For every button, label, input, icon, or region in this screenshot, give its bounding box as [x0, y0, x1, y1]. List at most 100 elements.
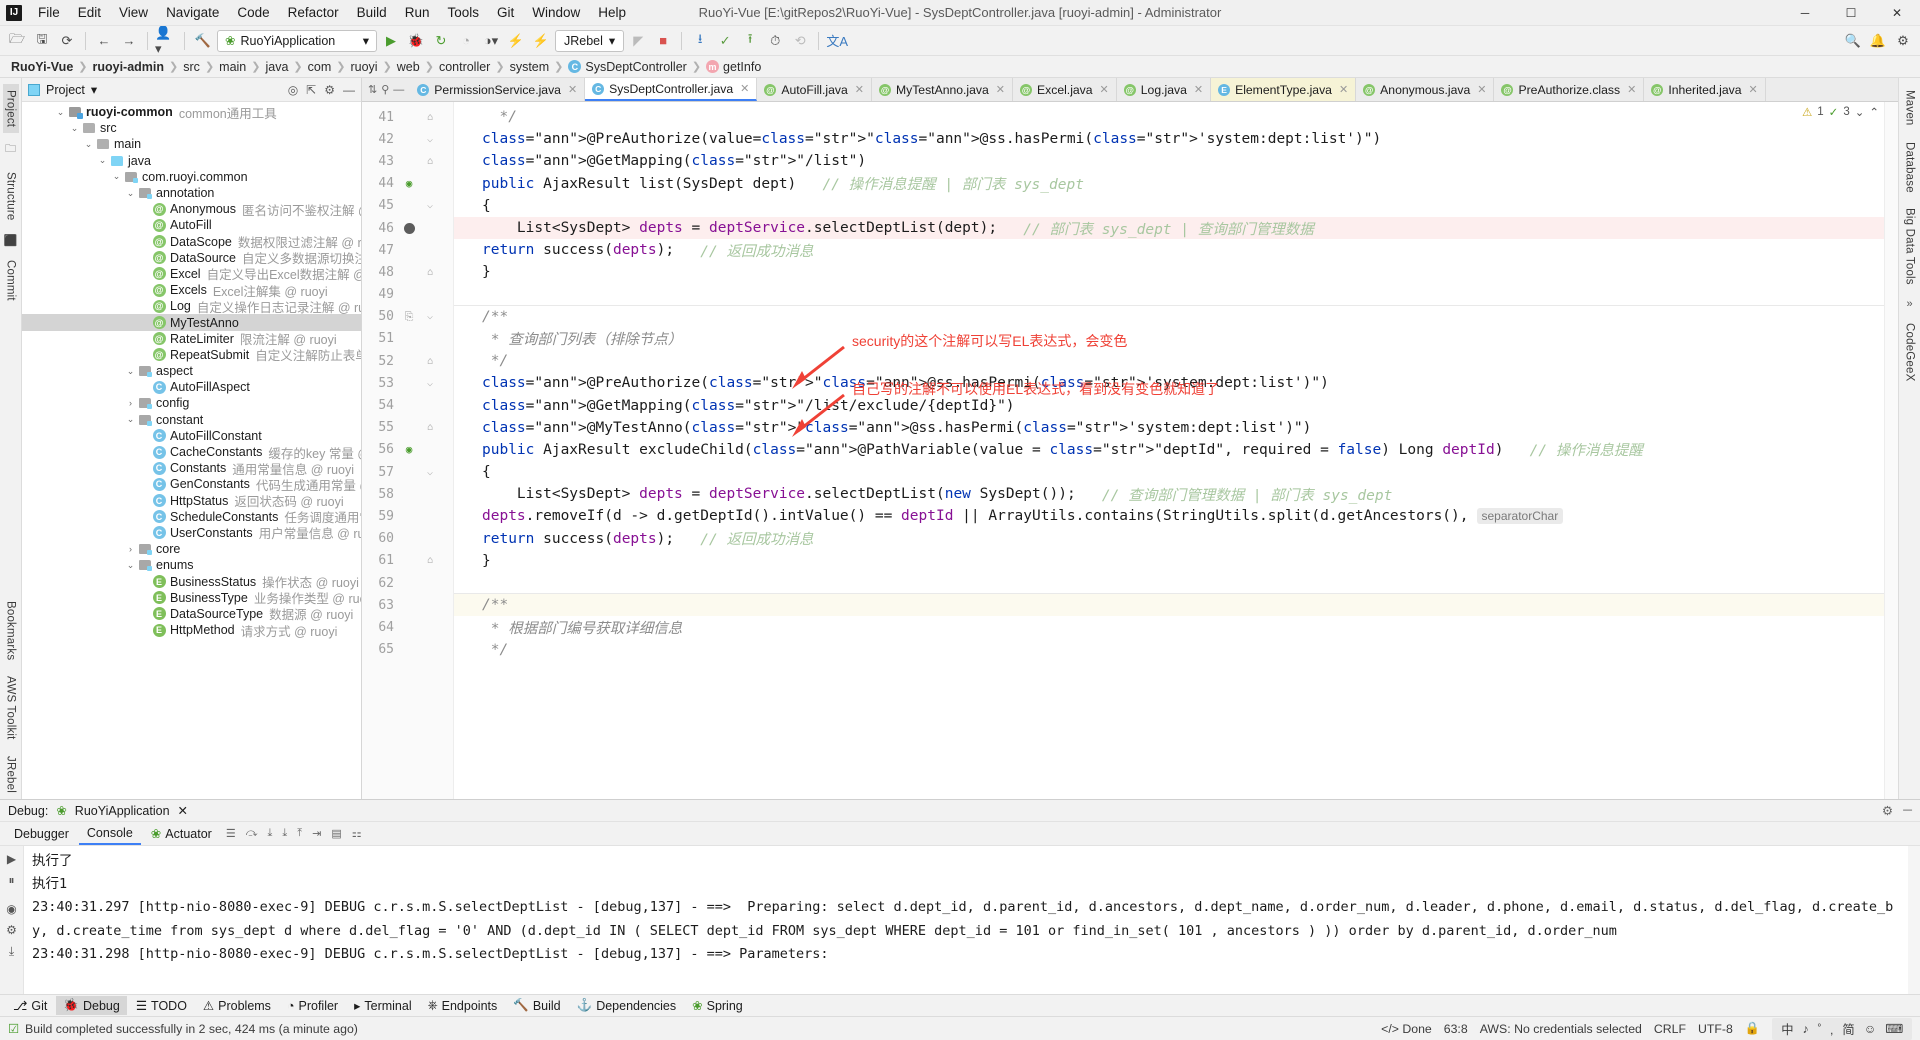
- run-gutter-icon[interactable]: ◉: [406, 443, 413, 456]
- chevron-down-icon[interactable]: ▾: [91, 82, 97, 97]
- settings-icon[interactable]: ⚙: [324, 83, 335, 97]
- settings-icon[interactable]: ⚏: [348, 827, 366, 840]
- tree-node-genconstants[interactable]: CGenConstants代码生成通用常量 @ ruoyi: [22, 476, 361, 493]
- rail-tab-database[interactable]: Database: [1902, 136, 1918, 199]
- pause-icon[interactable]: ⏸: [8, 873, 14, 888]
- rail-tab-aws-toolkit[interactable]: AWS Toolkit: [3, 670, 19, 746]
- editor-tab-anonymous-java[interactable]: @ Anonymous.java ✕: [1356, 78, 1495, 101]
- run-to-cursor-icon[interactable]: ⇥: [308, 827, 325, 840]
- breadcrumb-item-web[interactable]: web: [392, 60, 425, 74]
- tree-node-main[interactable]: ⌄ main: [22, 136, 361, 152]
- code-line[interactable]: class ="ann">@MyTestAnno(class ="str">" cla…: [454, 417, 1884, 439]
- tree-node-anonymous[interactable]: @Anonymous 匿名访问不鉴权注解 @ ruoyi: [22, 201, 361, 218]
- jrebel-run-icon[interactable]: ⚡: [505, 30, 527, 52]
- tree-node-annotation[interactable]: ⌄ annotation: [22, 185, 361, 201]
- gutter-marker[interactable]: ⎘: [398, 310, 420, 324]
- chevron-down-icon[interactable]: ▾: [609, 33, 615, 48]
- fold-icon[interactable]: ⌵: [420, 467, 440, 478]
- breadcrumb-item-main[interactable]: main: [214, 60, 251, 74]
- breadcrumb-item-ruoyi[interactable]: ruoyi: [345, 60, 382, 74]
- gutter-line[interactable]: 46: [362, 217, 453, 239]
- git-history-icon[interactable]: ⏱: [764, 30, 786, 52]
- code-line[interactable]: }: [454, 550, 1884, 572]
- code-line[interactable]: {: [454, 195, 1884, 217]
- tree-node-excel[interactable]: @Excel自定义导出Excel数据注解 @ ruoyi: [22, 266, 361, 282]
- close-icon[interactable]: ✕: [1339, 83, 1348, 96]
- close-icon[interactable]: ✕: [1194, 83, 1203, 96]
- close-icon[interactable]: ✕: [1477, 83, 1486, 96]
- run-gutter-icon[interactable]: ◉: [406, 177, 413, 190]
- build-hammer-icon[interactable]: 🔨: [192, 30, 214, 52]
- tree-node-src[interactable]: ⌄ src: [22, 120, 361, 136]
- gutter-line[interactable]: 60: [362, 528, 453, 550]
- code-line[interactable]: * 根据部门编号获取详细信息: [454, 616, 1884, 638]
- menu-help[interactable]: Help: [590, 2, 634, 23]
- coverage-icon[interactable]: ◔: [455, 30, 477, 52]
- step-out-icon[interactable]: ⤒: [293, 827, 306, 840]
- breadcrumb-item-com[interactable]: com: [303, 60, 337, 74]
- tool-button-spring[interactable]: ❀ Spring: [685, 996, 750, 1015]
- evaluate-icon[interactable]: ▤: [327, 827, 345, 840]
- tab-console[interactable]: Console: [78, 823, 141, 845]
- fold-icon[interactable]: ⌵: [420, 200, 440, 211]
- tree-node-autofill[interactable]: @ AutoFill: [22, 217, 361, 233]
- rail-tab-commit[interactable]: Commit: [3, 254, 19, 307]
- editor-tab-excel-java[interactable]: @ Excel.java ✕: [1013, 78, 1117, 101]
- menu-view[interactable]: View: [111, 2, 156, 23]
- rail-tab-bookmarks[interactable]: Bookmarks: [3, 595, 19, 666]
- settings-icon[interactable]: ⚙: [1892, 30, 1914, 52]
- close-icon[interactable]: ✕: [855, 83, 864, 96]
- close-icon[interactable]: ✕: [568, 83, 577, 96]
- maximize-button[interactable]: ☐: [1828, 0, 1874, 26]
- code-line[interactable]: */: [454, 106, 1884, 128]
- code-line[interactable]: * 查询部门列表（排除节点）: [454, 328, 1884, 350]
- ime-indicator[interactable]: 中 ♪ ゜, 简 ☺ ⌨: [1772, 1017, 1912, 1040]
- tree-node-core[interactable]: › core: [22, 541, 361, 557]
- tree-expand-arrow-icon[interactable]: ⌄: [124, 366, 137, 377]
- console-scrollbar[interactable]: [1908, 846, 1920, 994]
- menu-tools[interactable]: Tools: [439, 2, 487, 23]
- menu-run[interactable]: Run: [397, 2, 438, 23]
- close-icon[interactable]: ✕: [740, 82, 749, 95]
- debug-icon[interactable]: 🐞: [405, 30, 427, 52]
- profiler-icon[interactable]: ◑▾: [480, 30, 502, 52]
- gutter-line[interactable]: 58: [362, 483, 453, 505]
- gutter-line[interactable]: 45 ⌵: [362, 195, 453, 217]
- code-text[interactable]: */class ="ann">@PreAuthorize(value= class =…: [454, 102, 1884, 799]
- scroll-to-end-icon[interactable]: ⤓: [9, 944, 14, 959]
- gutter-line[interactable]: 53 ⌵: [362, 372, 453, 394]
- rerun-icon[interactable]: ↻: [430, 30, 452, 52]
- tool-button-endpoints[interactable]: ⎈ Endpoints: [421, 996, 505, 1015]
- close-button[interactable]: ✕: [1874, 0, 1920, 26]
- code-line[interactable]: List<SysDept> depts = deptService .select…: [454, 483, 1884, 505]
- gutter-line[interactable]: 42 ⌵: [362, 128, 453, 150]
- tree-node-log[interactable]: @Log 自定义操作日志记录注解 @ ruoyi: [22, 298, 361, 315]
- save-icon[interactable]: 🖫: [31, 30, 53, 52]
- force-step-into-icon[interactable]: ⤓: [278, 827, 291, 840]
- editor-tab-log-java[interactable]: @ Log.java ✕: [1116, 78, 1212, 101]
- tree-expand-arrow-icon[interactable]: ⌄: [68, 123, 81, 134]
- tree-expand-arrow-icon[interactable]: ⌄: [82, 139, 95, 150]
- tree-node-businesstype[interactable]: EBusinessType业务操作类型 @ ruoyi: [22, 590, 361, 606]
- breadcrumb-item-system[interactable]: system: [505, 60, 555, 74]
- gutter-line[interactable]: 47: [362, 239, 453, 261]
- chevron-down-icon[interactable]: ⌄: [1855, 105, 1865, 119]
- close-icon[interactable]: ✕: [1100, 83, 1109, 96]
- hide-icon[interactable]: —: [343, 83, 355, 97]
- menu-file[interactable]: File: [30, 2, 68, 23]
- tree-node-cacheconstants[interactable]: CCacheConstants缓存的key 常量 @ ruoyi: [22, 444, 361, 461]
- editor-tab-autofill-java[interactable]: @ AutoFill.java ✕: [757, 78, 872, 101]
- tool-button-git[interactable]: ⎇ Git: [6, 996, 54, 1015]
- gutter-line[interactable]: 49: [362, 284, 453, 306]
- translate-icon[interactable]: 文A: [826, 30, 848, 52]
- sync-icon[interactable]: ⟳: [56, 30, 78, 52]
- breadcrumb-item-src[interactable]: src: [178, 60, 205, 74]
- gutter-line[interactable]: 44 ◉: [362, 173, 453, 195]
- tree-node-autofillconstant[interactable]: C AutoFillConstant: [22, 428, 361, 444]
- close-icon[interactable]: ✕: [1627, 83, 1636, 96]
- fold-icon[interactable]: ⌂: [420, 112, 440, 123]
- tool-button-problems[interactable]: ⚠ Problems: [196, 996, 278, 1015]
- code-line[interactable]: /**: [454, 594, 1884, 617]
- gutter-line[interactable]: 62: [362, 572, 453, 594]
- gutter-marker[interactable]: [398, 222, 420, 234]
